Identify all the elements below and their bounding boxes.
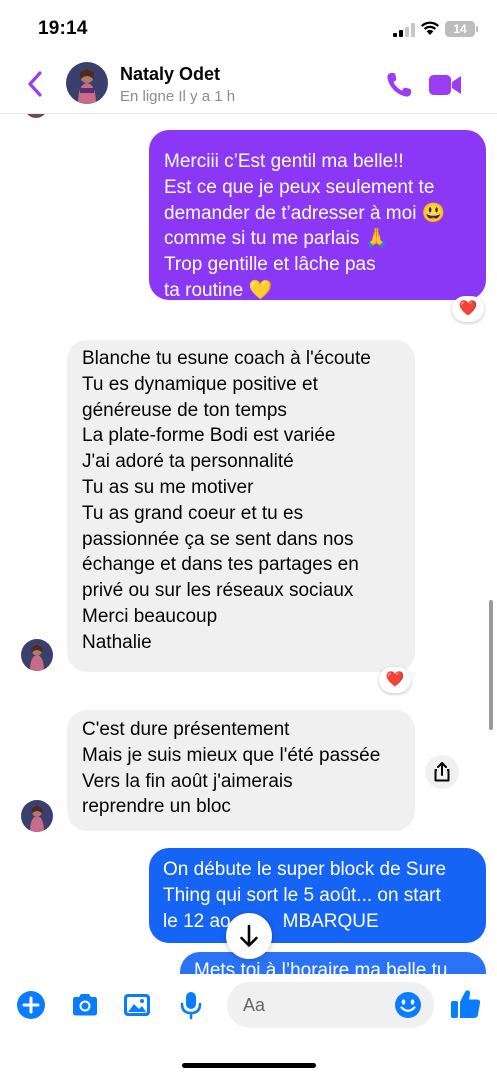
battery-level: 14: [445, 21, 475, 37]
composer-bar: [0, 974, 497, 1076]
message-line: La plate-forme Bodi est variée: [82, 425, 336, 447]
video-camera-icon[interactable]: [428, 72, 462, 98]
contact-status: En ligne Il y a 1 h: [120, 88, 236, 105]
status-bar: 19:14 14: [0, 0, 497, 56]
message-line: ta routine 💛: [164, 279, 273, 301]
photo-icon[interactable]: [122, 990, 152, 1020]
message-line: Mets toi à l’horaire ma belle tu: [194, 960, 448, 974]
cellular-signal-icon: [393, 23, 415, 37]
phone-icon[interactable]: [384, 70, 414, 100]
thumbs-up-icon[interactable]: [449, 987, 483, 1021]
message-line: reprendre un bloc: [82, 796, 231, 818]
wifi-icon: [421, 21, 439, 35]
contact-name[interactable]: Nataly Odet: [120, 64, 220, 85]
share-icon: [434, 762, 450, 782]
received-message-bubble[interactable]: C'est dure présentement Mais je suis mie…: [67, 710, 415, 831]
message-line: Blanche tu esune coach à l'écoute: [82, 348, 371, 369]
message-line: On débute le super block de Sure: [163, 859, 447, 880]
message-line: C'est dure présentement: [82, 719, 290, 740]
battery-nub: [476, 26, 478, 32]
message-line: Tu es dynamique positive et: [82, 373, 318, 395]
message-line: Trop gentille et lâche pas: [164, 254, 376, 276]
home-indicator: [182, 1063, 316, 1068]
avatar-photo: [66, 62, 108, 104]
message-line: Vers la fin août j'aimerais: [82, 770, 293, 792]
sender-avatar[interactable]: [21, 800, 53, 832]
message-line: Tu as su me motiver: [82, 476, 254, 498]
message-line: comme si tu me parlais 🙏: [164, 228, 389, 250]
received-message-bubble[interactable]: Blanche tu esune coach à l'écoute Tu es …: [67, 340, 415, 672]
message-line: privé ou sur les réseaux sociaux: [82, 580, 354, 602]
message-line: Nathalie: [82, 631, 152, 653]
chat-header: Nataly Odet En ligne Il y a 1 h: [0, 56, 497, 114]
message-fragment: le 12 ao: [163, 910, 231, 932]
sent-message-bubble[interactable]: On débute le super block de Sure Thing q…: [149, 848, 486, 943]
message-line: J'ai adoré ta personnalité: [82, 451, 294, 473]
message-line: Thing qui sort le 5 août... on start: [163, 884, 441, 906]
avatar-photo: [21, 800, 53, 832]
previous-avatar: [24, 114, 48, 118]
share-button[interactable]: [425, 755, 459, 789]
status-time: 19:14: [38, 18, 88, 39]
emoji-icon[interactable]: [393, 990, 423, 1020]
message-line: Tu as grand coeur et tu es: [82, 502, 304, 524]
message-line: passionnée ça se sent dans nos: [82, 528, 354, 550]
heart-reaction[interactable]: ❤️: [379, 667, 411, 693]
plus-icon[interactable]: [16, 990, 46, 1020]
sent-message-bubble[interactable]: Merciii c’Est gentil ma belle!! Est ce q…: [149, 130, 486, 301]
message-line: Merci beaucoup: [82, 605, 218, 627]
sender-avatar[interactable]: [21, 639, 53, 671]
avatar-photo: [21, 639, 53, 671]
chevron-left-icon[interactable]: [22, 68, 50, 100]
message-line: généreuse de ton temps: [82, 399, 287, 421]
message-line: Merciii c’Est gentil ma belle!!: [164, 151, 404, 172]
arrow-down-icon: [240, 924, 258, 947]
message-fragment: MBARQUE: [282, 910, 379, 932]
message-line: Est ce que je peux seulement te: [164, 176, 435, 198]
heart-reaction[interactable]: ❤️: [452, 296, 484, 322]
scrollbar[interactable]: [489, 600, 493, 730]
message-line: le 12 ao MBARQUE: [163, 909, 472, 935]
message-line: demander de t’adresser à moi 😃: [164, 202, 446, 224]
message-line: échange et dans tes partages en: [82, 554, 359, 576]
contact-avatar[interactable]: [66, 62, 108, 104]
microphone-icon[interactable]: [176, 990, 206, 1020]
camera-icon[interactable]: [70, 990, 100, 1020]
message-line: Mais je suis mieux que l'été passée: [82, 744, 381, 766]
message-thread[interactable]: Merciii c’Est gentil ma belle!! Est ce q…: [0, 114, 497, 974]
scroll-to-bottom-button[interactable]: [226, 913, 272, 959]
